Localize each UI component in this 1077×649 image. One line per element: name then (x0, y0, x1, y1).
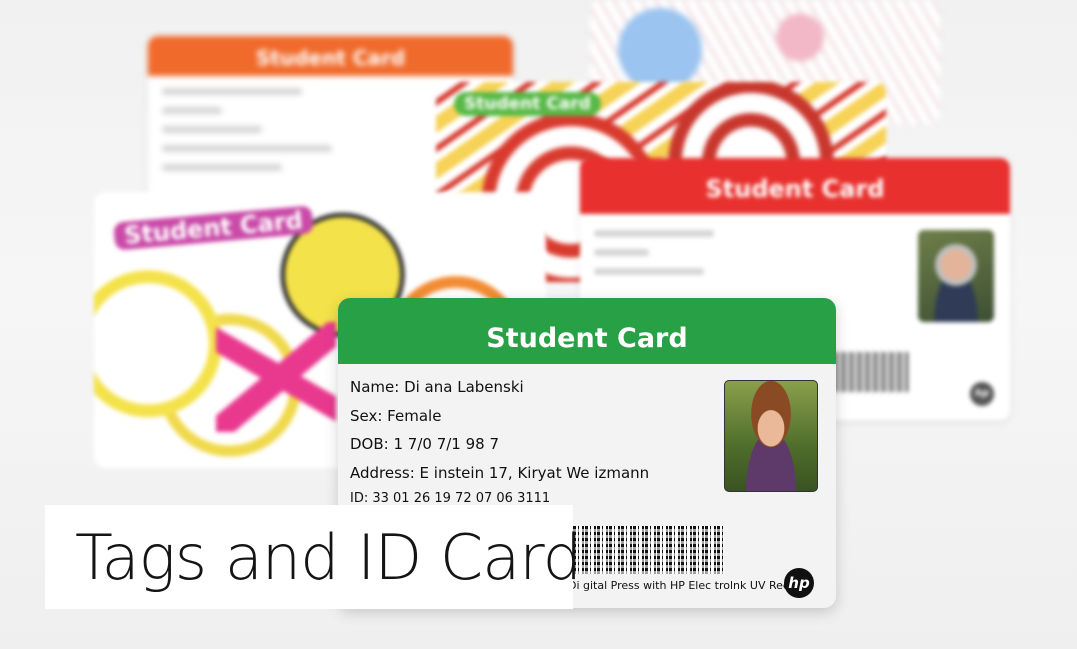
card-name-field: Name: Di ana Labenski (350, 378, 524, 396)
hp-logo-icon: hp (970, 382, 994, 406)
card-dob-field: DOB: 1 7/0 7/1 98 7 (350, 435, 499, 453)
card-title: Student Card (580, 158, 1010, 214)
blurred-text-line (162, 145, 332, 152)
blurred-text-line (594, 249, 649, 256)
caption-title: Tags and ID Card (75, 521, 582, 594)
photo-scene: Student Card Student Card Student Card h… (0, 0, 1077, 649)
blurred-text-line (162, 126, 262, 133)
card-title: Student Card (113, 205, 314, 251)
blurred-text-line (162, 107, 222, 114)
card-id-field: ID: 33 01 26 19 72 07 06 3111 (350, 491, 551, 506)
barcode (570, 526, 724, 574)
portrait-photo (724, 380, 818, 492)
card-title: Student Card (338, 298, 836, 364)
blurred-text-line (594, 230, 714, 237)
card-sex-field: Sex: Female (350, 407, 442, 425)
card-address-field: Address: E instein 17, Kiryat We izmann (350, 464, 650, 482)
barcode (834, 352, 910, 392)
blurred-text-line (594, 268, 704, 275)
caption-box: Tags and ID Card (45, 505, 582, 609)
portrait-photo (918, 230, 994, 322)
card-title: Student Card (148, 36, 513, 76)
doodle-graphic (216, 322, 336, 432)
hp-logo-icon: hp (784, 568, 814, 598)
blurred-text-line (162, 164, 282, 171)
card-title: Student Card (454, 92, 601, 116)
card-footer-note: Di gital Press with HP Elec trolnk UV Re… (568, 579, 790, 592)
blurred-text-line (162, 88, 302, 95)
